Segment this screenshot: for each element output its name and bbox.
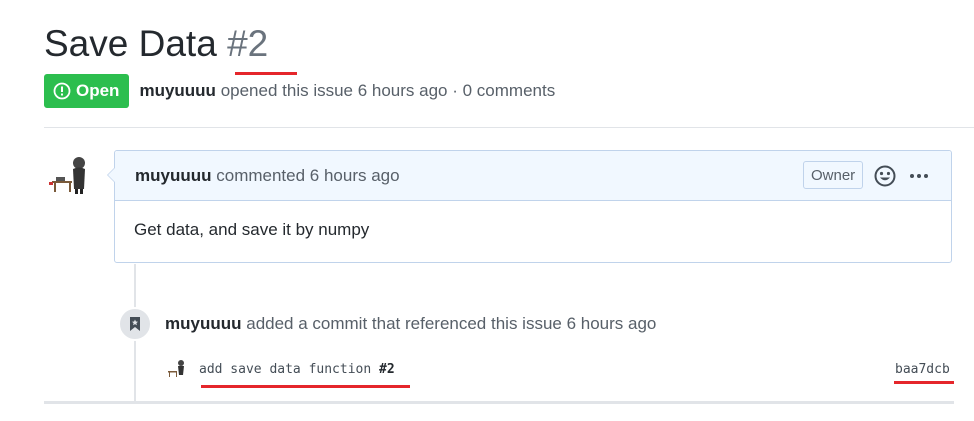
issue-state-badge[interactable]: Open — [44, 73, 130, 108]
issue-state-label: Open — [76, 80, 120, 100]
comment-box: muyuuuu commented 6 hours ago Owner Get … — [107, 150, 952, 263]
commit-author-avatar[interactable] — [166, 358, 186, 378]
smiley-icon[interactable] — [873, 164, 897, 188]
event-detail: added a commit that referenced this issu… — [246, 314, 657, 333]
issue-title: Save Data #2 — [44, 20, 268, 68]
commit-message-link[interactable]: add save data function #2 — [199, 362, 395, 377]
timeline-bottom-rule — [44, 401, 954, 404]
event-author-link[interactable]: muyuuuu — [165, 314, 242, 333]
issue-meta: Open muyuuuu opened this issue 6 hours a… — [44, 73, 555, 108]
bookmark-icon — [130, 317, 140, 331]
event-text: muyuuuu added a commit that referenced t… — [165, 314, 656, 334]
commit-sha-link[interactable]: baa7dcb — [895, 362, 950, 377]
owner-badge: Owner — [803, 161, 864, 189]
issue-opened-icon — [53, 82, 71, 99]
author-avatar[interactable] — [46, 152, 90, 196]
comment-author-link[interactable]: muyuuuu — [135, 166, 212, 185]
issue-meta-detail: opened this issue 6 hours ago · 0 commen… — [220, 80, 556, 100]
comment-header-text: muyuuuu commented 6 hours ago — [135, 166, 400, 186]
issue-title-text: Save Data — [44, 23, 217, 64]
annotation-underline-commit-sha — [894, 381, 954, 384]
issue-number: #2 — [227, 23, 269, 64]
issue-author-link[interactable]: muyuuuu — [139, 81, 216, 100]
comment-timestamp[interactable]: commented 6 hours ago — [216, 166, 399, 185]
commit-message-text[interactable]: add save data function — [199, 362, 371, 377]
event-badge — [118, 307, 152, 341]
annotation-underline-commit-message — [201, 385, 410, 388]
comment-header: muyuuuu commented 6 hours ago Owner — [115, 151, 951, 201]
comment-body: Get data, and save it by numpy — [134, 220, 370, 239]
issue-meta-text: muyuuuu opened this issue 6 hours ago · … — [139, 81, 555, 101]
commit-issue-ref[interactable]: #2 — [379, 362, 395, 377]
header-divider — [44, 127, 974, 128]
kebab-menu-icon[interactable] — [908, 165, 930, 187]
